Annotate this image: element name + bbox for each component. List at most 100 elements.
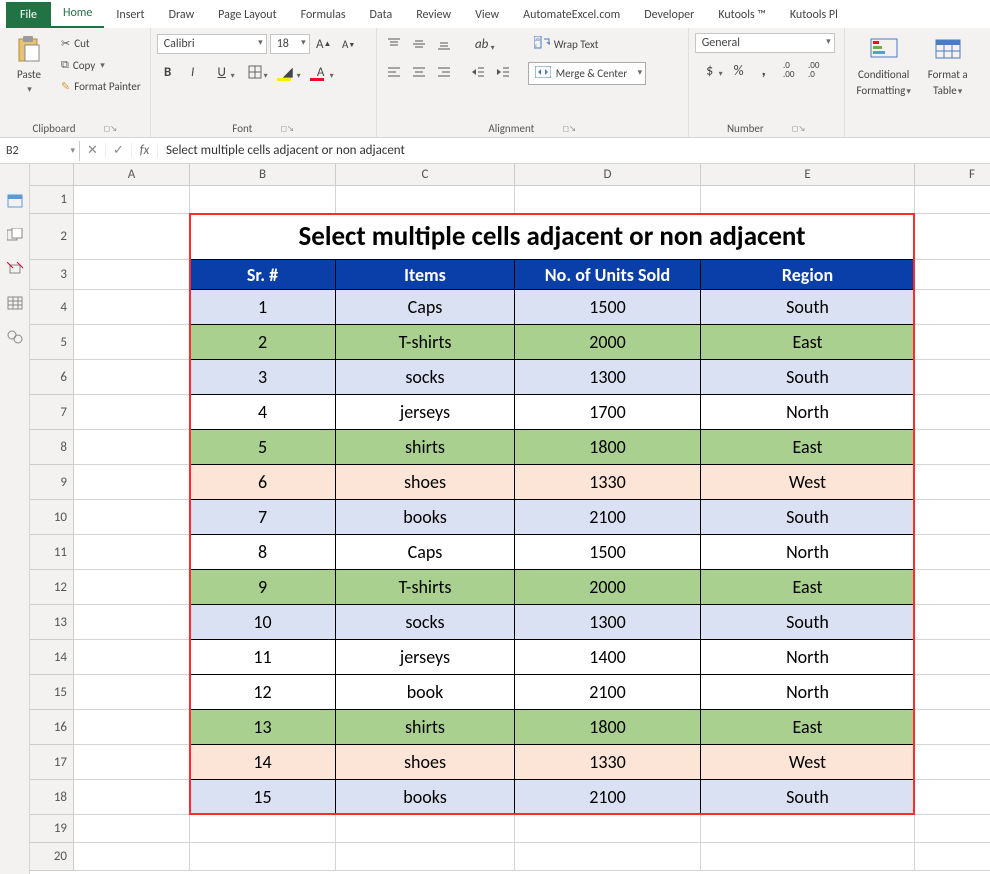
cell-D5[interactable]: 2000 <box>515 325 701 360</box>
cell-A2[interactable] <box>74 214 190 260</box>
cell-A16[interactable] <box>74 710 190 745</box>
cell-A18[interactable] <box>74 780 190 815</box>
cell-C20[interactable] <box>336 843 515 871</box>
cut-button[interactable]: ✂Cut <box>58 35 144 52</box>
cell-C18[interactable]: books <box>336 780 515 815</box>
cell-A15[interactable] <box>74 675 190 710</box>
wrap-text-button[interactable]: abc Wrap Text <box>528 33 647 56</box>
cell-F11[interactable] <box>915 535 990 570</box>
tab-home[interactable]: Home <box>51 0 104 28</box>
row-header-5[interactable]: 5 <box>30 325 74 360</box>
col-header-f[interactable]: F <box>915 164 990 186</box>
dialog-launcher-icon[interactable]: ◻↘ <box>792 124 806 134</box>
cell-D14[interactable]: 1400 <box>515 640 701 675</box>
merge-center-button[interactable]: Merge & Center <box>528 62 647 85</box>
cell-F13[interactable] <box>915 605 990 640</box>
font-size-select[interactable]: 18 <box>270 34 310 54</box>
cell-A4[interactable] <box>74 290 190 325</box>
row-header-2[interactable]: 2 <box>30 214 74 260</box>
accounting-format-button[interactable]: $ <box>695 59 725 81</box>
paste-button[interactable]: Paste ▾ <box>6 33 52 95</box>
cell-header-units[interactable]: No. of Units Sold <box>515 260 701 290</box>
dialog-launcher-icon[interactable]: ◻↘ <box>562 124 576 134</box>
decrease-indent-button[interactable] <box>467 61 489 83</box>
cell-C11[interactable]: Caps <box>336 535 515 570</box>
increase-font-button[interactable]: A▲ <box>313 33 335 55</box>
cell-F18[interactable] <box>915 780 990 815</box>
cell-D20[interactable] <box>515 843 701 871</box>
fill-color-button[interactable]: ◢ <box>273 61 303 83</box>
tab-page-layout[interactable]: Page Layout <box>206 2 288 28</box>
tab-automateexcel[interactable]: AutomateExcel.com <box>511 2 632 28</box>
cell-D11[interactable]: 1500 <box>515 535 701 570</box>
cell-D8[interactable]: 1800 <box>515 430 701 465</box>
cell-B10[interactable]: 7 <box>190 500 336 535</box>
row-header-3[interactable]: 3 <box>30 260 74 290</box>
cell-F17[interactable] <box>915 745 990 780</box>
cell-C19[interactable] <box>336 815 515 843</box>
cell-C4[interactable]: Caps <box>336 290 515 325</box>
cell-D15[interactable]: 2100 <box>515 675 701 710</box>
cell-A13[interactable] <box>74 605 190 640</box>
bold-button[interactable]: B <box>157 61 179 83</box>
row-header-12[interactable]: 12 <box>30 570 74 605</box>
cancel-formula-button[interactable]: ✕ <box>80 143 106 158</box>
cell-B16[interactable]: 13 <box>190 710 336 745</box>
row-header-9[interactable]: 9 <box>30 465 74 500</box>
cell-E17[interactable]: West <box>701 745 915 780</box>
cell-F19[interactable] <box>915 815 990 843</box>
cell-B14[interactable]: 11 <box>190 640 336 675</box>
cell-A3[interactable] <box>74 260 190 290</box>
borders-button[interactable] <box>240 61 270 83</box>
cell-F16[interactable] <box>915 710 990 745</box>
cell-C13[interactable]: socks <box>336 605 515 640</box>
cell-C12[interactable]: T-shirts <box>336 570 515 605</box>
cell-E7[interactable]: North <box>701 395 915 430</box>
enter-formula-button[interactable]: ✓ <box>106 143 132 158</box>
cell-D13[interactable]: 1300 <box>515 605 701 640</box>
cell-D16[interactable]: 1800 <box>515 710 701 745</box>
font-name-select[interactable]: Calibri <box>157 34 267 54</box>
align-top-button[interactable] <box>383 33 405 55</box>
underline-button[interactable]: U <box>207 61 237 83</box>
row-header-10[interactable]: 10 <box>30 500 74 535</box>
copy-button[interactable]: ⧉Copy▾ <box>58 56 144 74</box>
increase-decimal-button[interactable]: .0.00 <box>778 59 800 81</box>
cell-E11[interactable]: North <box>701 535 915 570</box>
cell-E14[interactable]: North <box>701 640 915 675</box>
row-header-16[interactable]: 16 <box>30 710 74 745</box>
comma-format-button[interactable]: , <box>753 59 775 81</box>
cell-B18[interactable]: 15 <box>190 780 336 815</box>
cell-F7[interactable] <box>915 395 990 430</box>
cell-header-items[interactable]: Items <box>336 260 515 290</box>
cell-A8[interactable] <box>74 430 190 465</box>
cell-B7[interactable]: 4 <box>190 395 336 430</box>
cell-F5[interactable] <box>915 325 990 360</box>
name-box[interactable]: B2 <box>0 141 80 161</box>
cell-C1[interactable] <box>336 186 515 214</box>
cell-C5[interactable]: T-shirts <box>336 325 515 360</box>
cell-F15[interactable] <box>915 675 990 710</box>
cell-C16[interactable]: shirts <box>336 710 515 745</box>
sidebar-icon-1[interactable] <box>7 194 23 210</box>
cell-D10[interactable]: 2100 <box>515 500 701 535</box>
align-middle-button[interactable] <box>408 33 430 55</box>
cell-F14[interactable] <box>915 640 990 675</box>
cell-A19[interactable] <box>74 815 190 843</box>
cell-C15[interactable]: book <box>336 675 515 710</box>
tab-review[interactable]: Review <box>404 2 463 28</box>
cell-B1[interactable] <box>190 186 336 214</box>
cell-C9[interactable]: shoes <box>336 465 515 500</box>
cell-E16[interactable]: East <box>701 710 915 745</box>
cell-A11[interactable] <box>74 535 190 570</box>
cell-E15[interactable]: North <box>701 675 915 710</box>
row-header-11[interactable]: 11 <box>30 535 74 570</box>
row-header-14[interactable]: 14 <box>30 640 74 675</box>
cell-F10[interactable] <box>915 500 990 535</box>
tab-file[interactable]: File <box>6 2 51 28</box>
dialog-launcher-icon[interactable]: ◻↘ <box>104 124 118 134</box>
cell-F6[interactable] <box>915 360 990 395</box>
cell-D17[interactable]: 1330 <box>515 745 701 780</box>
cell-A1[interactable] <box>74 186 190 214</box>
row-header-1[interactable]: 1 <box>30 186 74 214</box>
